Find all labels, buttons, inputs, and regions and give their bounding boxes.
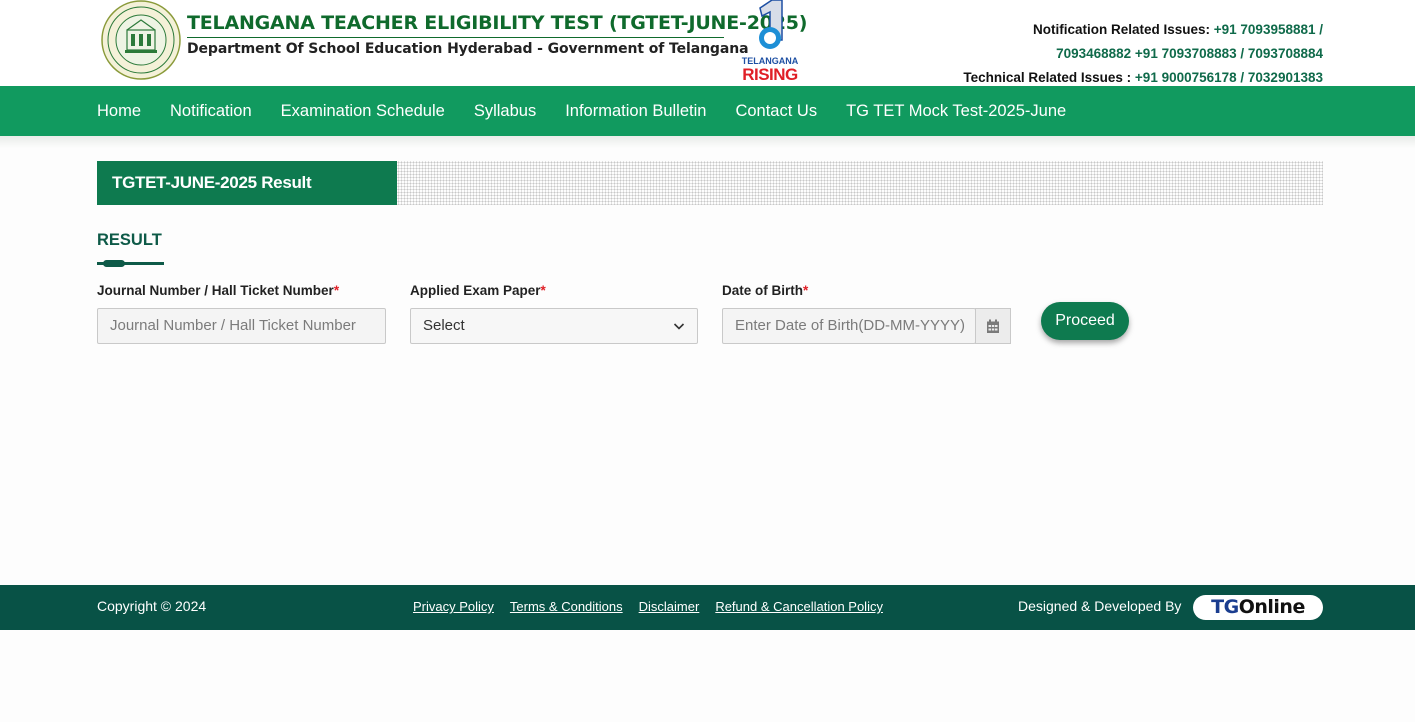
site-footer: Copyright © 2024 Privacy Policy Terms & …: [0, 585, 1415, 630]
privacy-policy-link[interactable]: Privacy Policy: [413, 599, 494, 614]
required-mark: *: [803, 283, 809, 298]
telangana-emblem-icon: [101, 0, 181, 80]
nav-item-information-bulletin[interactable]: Information Bulletin: [565, 102, 706, 121]
exam-paper-label: Applied Exam Paper*: [410, 283, 546, 298]
nav-shadow: [0, 136, 1415, 148]
notification-helpline-label: Notification Related Issues:: [1032, 22, 1210, 37]
main-nav: Home Notification Examination Schedule S…: [0, 86, 1415, 136]
disclaimer-link[interactable]: Disclaimer: [639, 599, 700, 614]
exam-paper-label-text: Applied Exam Paper: [410, 283, 541, 298]
nav-item-notification[interactable]: Notification: [170, 102, 252, 121]
journal-number-label-text: Journal Number / Hall Ticket Number: [97, 283, 334, 298]
nav-item-home[interactable]: Home: [97, 102, 141, 121]
site-header: TELANGANA TEACHER ELIGIBILITY TEST (TGTE…: [0, 0, 1415, 86]
title-divider: [187, 37, 724, 38]
calendar-icon: [987, 319, 999, 333]
nav-item-contact-us[interactable]: Contact Us: [735, 102, 817, 121]
nav-item-syllabus[interactable]: Syllabus: [474, 102, 536, 121]
chevron-down-icon: [673, 323, 685, 330]
exam-paper-selected-value: Select: [423, 317, 465, 334]
result-title: RESULT: [97, 231, 162, 249]
site-title: TELANGANA TEACHER ELIGIBILITY TEST (TGTE…: [187, 12, 808, 34]
site-subtitle: Department Of School Education Hyderabad…: [187, 41, 749, 57]
required-mark: *: [333, 283, 340, 298]
tgonline-logo[interactable]: TGOnline: [1193, 595, 1323, 620]
nav-item-mock-test[interactable]: TG TET Mock Test-2025-June: [846, 102, 1066, 121]
required-mark: *: [540, 283, 546, 298]
journal-number-label: Journal Number / Hall Ticket Number*: [97, 283, 339, 298]
result-title-underline: [97, 260, 164, 267]
site-title-block: TELANGANA TEACHER ELIGIBILITY TEST (TGTE…: [187, 12, 807, 57]
proceed-button[interactable]: Proceed: [1041, 302, 1129, 340]
calendar-button[interactable]: [975, 308, 1011, 344]
copyright-text: Copyright © 2024: [97, 598, 207, 614]
tgonline-logo-part2: Online: [1238, 596, 1306, 618]
dotted-pattern: [397, 161, 1323, 205]
section-heading: TGTET-JUNE-2025 Result: [97, 161, 397, 205]
notification-helpline-row: Notification Related Issues: +91 7093958…: [963, 18, 1323, 42]
dob-input[interactable]: Enter Date of Birth(DD-MM-YYYY): [722, 308, 976, 344]
technical-helpline-label: Technical Related Issues :: [963, 70, 1132, 85]
rising-one-icon: [759, 0, 783, 49]
exam-paper-select[interactable]: Select: [410, 308, 698, 344]
helpline-contacts: Notification Related Issues: +91 7093958…: [963, 18, 1323, 90]
notification-helpline-numbers-cont: 7093468882 +91 7093708883 / 7093708884: [1056, 46, 1323, 61]
refund-policy-link[interactable]: Refund & Cancellation Policy: [715, 599, 883, 614]
nav-item-examination-schedule[interactable]: Examination Schedule: [281, 102, 445, 121]
footer-links: Privacy Policy Terms & Conditions Discla…: [413, 599, 899, 614]
tgonline-logo-part1: TG: [1211, 596, 1239, 618]
dob-label-text: Date of Birth: [722, 283, 803, 298]
designed-by-text: Designed & Developed By: [1018, 598, 1182, 614]
section-heading-bar: TGTET-JUNE-2025 Result: [97, 161, 1323, 205]
journal-number-input[interactable]: Journal Number / Hall Ticket Number: [97, 308, 386, 344]
technical-helpline-numbers: +91 9000756178 / 7032901383: [1134, 70, 1323, 85]
telangana-rising-logo: TELANGANA RISING: [736, 0, 804, 84]
dob-label: Date of Birth*: [722, 283, 808, 298]
notification-helpline-numbers: +91 7093958881 /: [1213, 22, 1323, 37]
rising-logo-line2: RISING: [742, 65, 798, 84]
terms-conditions-link[interactable]: Terms & Conditions: [510, 599, 623, 614]
